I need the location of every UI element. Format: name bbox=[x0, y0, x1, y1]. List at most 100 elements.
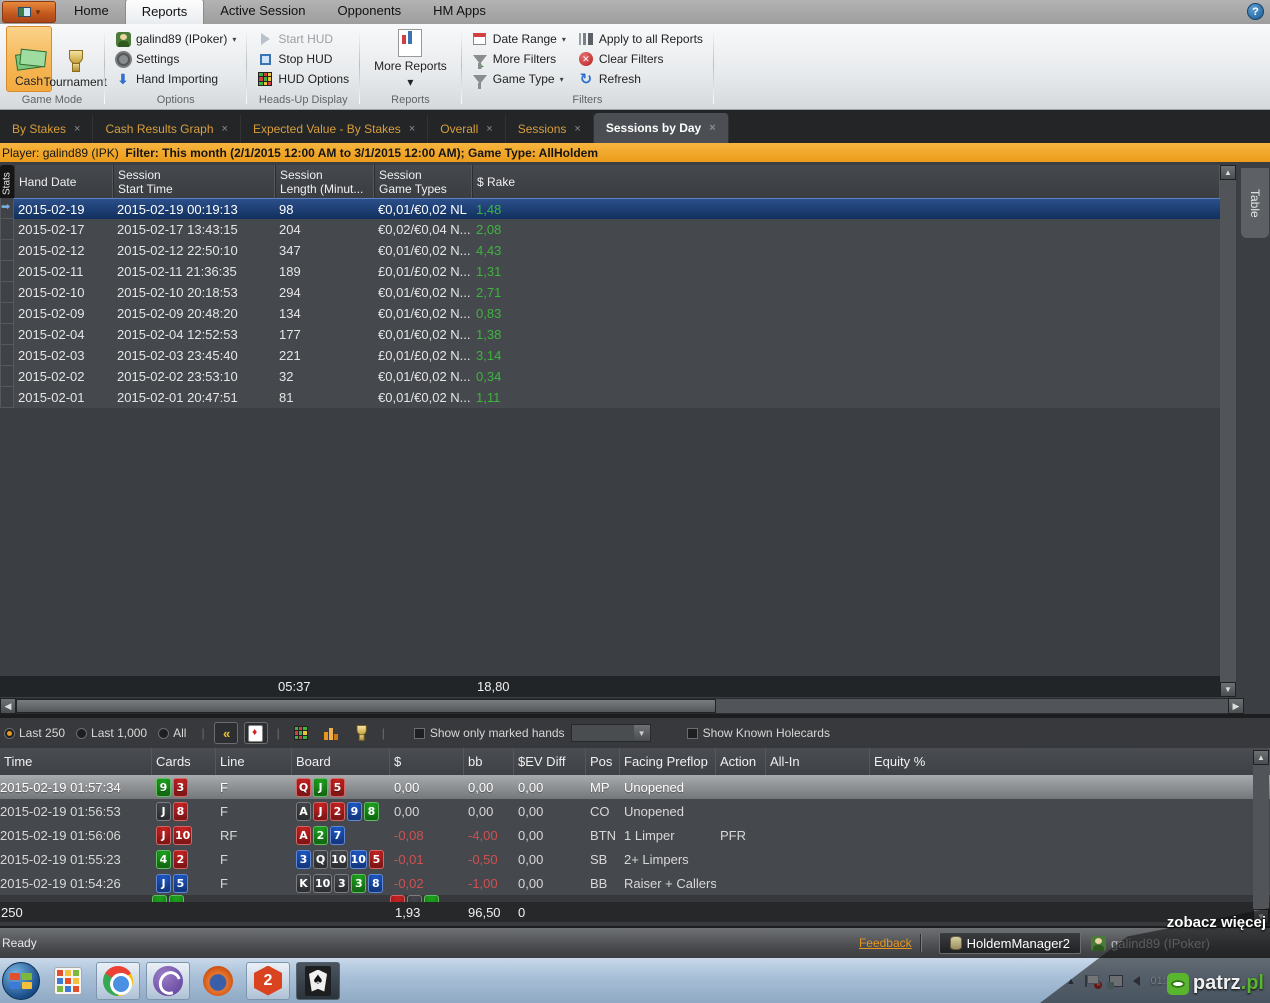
close-icon[interactable]: × bbox=[574, 123, 580, 135]
column-header-session[interactable]: SessionLength (Minut... bbox=[275, 165, 374, 198]
replayer-button[interactable] bbox=[289, 722, 313, 744]
report-tab-overall[interactable]: Overall× bbox=[428, 115, 505, 143]
column-header-time[interactable]: Time bbox=[0, 748, 152, 775]
radio-icon[interactable] bbox=[158, 728, 169, 739]
column-header--rake[interactable]: $ Rake bbox=[472, 165, 1220, 198]
tournament-button[interactable]: Tournament bbox=[52, 26, 98, 92]
speaker-icon[interactable] bbox=[1133, 976, 1140, 986]
session-row[interactable]: 2015-02-192015-02-19 00:19:1398€0,01/€0,… bbox=[14, 198, 1220, 219]
marked-filter-dropdown[interactable]: ▼ bbox=[571, 724, 651, 742]
hand-importing-menu-item[interactable]: ⬇ Hand Importing bbox=[111, 69, 222, 89]
hand-row[interactable]: 2015-02-19 01:54:26J5FK10338-0,02-1,000,… bbox=[0, 871, 1270, 895]
report-tab-expected-value-by-stakes[interactable]: Expected Value - By Stakes× bbox=[241, 115, 428, 143]
close-icon[interactable]: × bbox=[409, 123, 415, 135]
column-header-$[interactable]: $ bbox=[390, 748, 464, 775]
view-cards-button[interactable] bbox=[244, 722, 268, 744]
tourney-button[interactable] bbox=[349, 722, 373, 744]
checkbox-icon[interactable] bbox=[687, 728, 698, 739]
scroll-down-arrow[interactable]: ▼ bbox=[1220, 682, 1236, 697]
stop-hud-button[interactable]: Stop HUD bbox=[253, 49, 336, 69]
session-row[interactable]: 2015-02-112015-02-11 21:36:35189£0,01/£0… bbox=[14, 261, 1220, 282]
date-range-button[interactable]: Date Range ▾ bbox=[468, 29, 570, 49]
ribbon-tab-reports[interactable]: Reports bbox=[125, 0, 205, 24]
session-row[interactable]: 2015-02-122015-02-12 22:50:10347€0,01/€0… bbox=[14, 240, 1220, 261]
session-row[interactable]: 2015-02-022015-02-02 23:53:1032€0,01/€0,… bbox=[14, 366, 1220, 387]
scrollbar-thumb[interactable] bbox=[16, 699, 716, 713]
taskbar-poker-client[interactable] bbox=[296, 962, 340, 1000]
column-header-cards[interactable]: Cards bbox=[152, 748, 216, 775]
sessions-horizontal-scrollbar[interactable]: ◀ ▶ bbox=[0, 698, 1244, 714]
column-header-$ev-diff[interactable]: $EV Diff bbox=[514, 748, 586, 775]
scroll-up-arrow[interactable]: ▲ bbox=[1253, 750, 1269, 765]
column-header-hand-date[interactable]: Hand Date bbox=[14, 165, 113, 198]
column-header-session[interactable]: SessionGame Types bbox=[374, 165, 472, 198]
hand-row[interactable]: 2015-02-19 01:56:53J8FAJ2980,000,000,00C… bbox=[0, 799, 1270, 823]
column-header-board[interactable]: Board bbox=[292, 748, 390, 775]
scroll-up-arrow[interactable]: ▲ bbox=[1220, 165, 1236, 180]
column-header-line[interactable]: Line bbox=[216, 748, 292, 775]
report-tab-by-stakes[interactable]: By Stakes× bbox=[0, 115, 93, 143]
hand-row[interactable]: 2015-02-19 01:57:3493FQJ50,000,000,00MPU… bbox=[0, 775, 1270, 799]
column-header-pos[interactable]: Pos bbox=[586, 748, 620, 775]
taskbar-bittorrent[interactable] bbox=[146, 962, 190, 1000]
session-row[interactable]: 2015-02-102015-02-10 20:18:53294€0,01/€0… bbox=[14, 282, 1220, 303]
hand-row[interactable]: 2015-02-19 01:56:06J10RFA27-0,08-4,000,0… bbox=[0, 823, 1270, 847]
feedback-link[interactable]: Feedback bbox=[859, 936, 912, 950]
session-row[interactable]: 2015-02-032015-02-03 23:45:40221£0,01/£0… bbox=[14, 345, 1220, 366]
column-header-equity-%[interactable]: Equity % bbox=[870, 748, 1270, 775]
help-button[interactable]: ? bbox=[1247, 3, 1264, 20]
radio-last-1-000[interactable]: Last 1,000 bbox=[76, 726, 153, 740]
close-icon[interactable]: × bbox=[222, 123, 228, 135]
ribbon-tab-opponents[interactable]: Opponents bbox=[321, 0, 417, 24]
column-header-action[interactable]: Action bbox=[716, 748, 766, 775]
more-filters-button[interactable]: + More Filters bbox=[468, 49, 570, 69]
ribbon-tab-active-session[interactable]: Active Session bbox=[204, 0, 321, 24]
report-tab-sessions[interactable]: Sessions× bbox=[506, 115, 594, 143]
ribbon-tab-hm-apps[interactable]: HM Apps bbox=[417, 0, 502, 24]
scroll-down-arrow[interactable]: ▼ bbox=[1253, 909, 1269, 924]
radio-icon[interactable] bbox=[76, 728, 87, 739]
session-row[interactable]: 2015-02-012015-02-01 20:47:5181€0,01/€0,… bbox=[14, 387, 1220, 408]
hm2-status-button[interactable]: HoldemManager2 bbox=[939, 932, 1081, 954]
replay-hand-button[interactable]: « bbox=[214, 722, 238, 744]
logged-user-chip[interactable]: galind89 (IPoker) bbox=[1091, 936, 1210, 951]
settings-menu-item[interactable]: Settings bbox=[111, 49, 183, 69]
hands-vertical-scrollbar[interactable]: ▲ ▼ bbox=[1253, 750, 1269, 924]
refresh-button[interactable]: ↻ Refresh bbox=[574, 69, 707, 89]
more-reports-button[interactable]: More Reports ▾ bbox=[366, 29, 455, 89]
session-row[interactable]: 2015-02-042015-02-04 12:52:53177€0,01/€0… bbox=[14, 324, 1220, 345]
apply-all-reports-button[interactable]: Apply to all Reports bbox=[574, 29, 707, 49]
close-icon[interactable]: × bbox=[709, 122, 715, 134]
session-row[interactable]: 2015-02-172015-02-17 13:43:15204€0,02/€0… bbox=[14, 219, 1220, 240]
radio-last-250[interactable]: Last 250 bbox=[4, 726, 71, 740]
scroll-right-arrow[interactable]: ▶ bbox=[1228, 698, 1244, 714]
column-header-facing-preflop[interactable]: Facing Preflop bbox=[620, 748, 716, 775]
marked-hands-toggle[interactable]: Show only marked hands bbox=[414, 726, 565, 740]
ribbon-tab-home[interactable]: Home bbox=[58, 0, 125, 24]
close-icon[interactable]: × bbox=[486, 123, 492, 135]
scrollbar-track[interactable] bbox=[716, 699, 1228, 713]
report-tab-sessions-by-day[interactable]: Sessions by Day× bbox=[594, 113, 729, 143]
taskbar-app-launcher[interactable] bbox=[46, 962, 90, 1000]
app-menu-button[interactable]: ▾ bbox=[2, 1, 56, 23]
start-button[interactable] bbox=[2, 962, 40, 1000]
column-header-session[interactable]: SessionStart Time bbox=[113, 165, 275, 198]
known-holecards-toggle[interactable]: Show Known Holecards bbox=[687, 726, 830, 740]
tray-expand-icon[interactable]: ▲ bbox=[1067, 976, 1076, 986]
column-header-bb[interactable]: bb bbox=[464, 748, 514, 775]
clear-filters-button[interactable]: ✕ Clear Filters bbox=[574, 49, 707, 69]
taskbar-hm2[interactable]: 2 bbox=[246, 962, 290, 1000]
account-menu-item[interactable]: galind89 (IPoker) ▾ bbox=[111, 29, 240, 49]
taskbar-chrome[interactable] bbox=[96, 962, 140, 1000]
table-side-tab[interactable]: Table bbox=[1241, 168, 1269, 238]
scroll-left-arrow[interactable]: ◀ bbox=[0, 698, 16, 714]
sessions-vertical-scrollbar[interactable]: ▲ ▼ bbox=[1220, 165, 1236, 697]
report-tab-cash-results-graph[interactable]: Cash Results Graph× bbox=[93, 115, 240, 143]
session-row[interactable]: 2015-02-092015-02-09 20:48:20134€0,01/€0… bbox=[14, 303, 1220, 324]
radio-icon[interactable] bbox=[4, 728, 15, 739]
checkbox-icon[interactable] bbox=[414, 728, 425, 739]
radio-all[interactable]: All bbox=[158, 726, 192, 740]
start-hud-button[interactable]: Start HUD bbox=[253, 29, 337, 49]
close-icon[interactable]: × bbox=[74, 123, 80, 135]
hud-options-button[interactable]: HUD Options bbox=[253, 69, 353, 89]
